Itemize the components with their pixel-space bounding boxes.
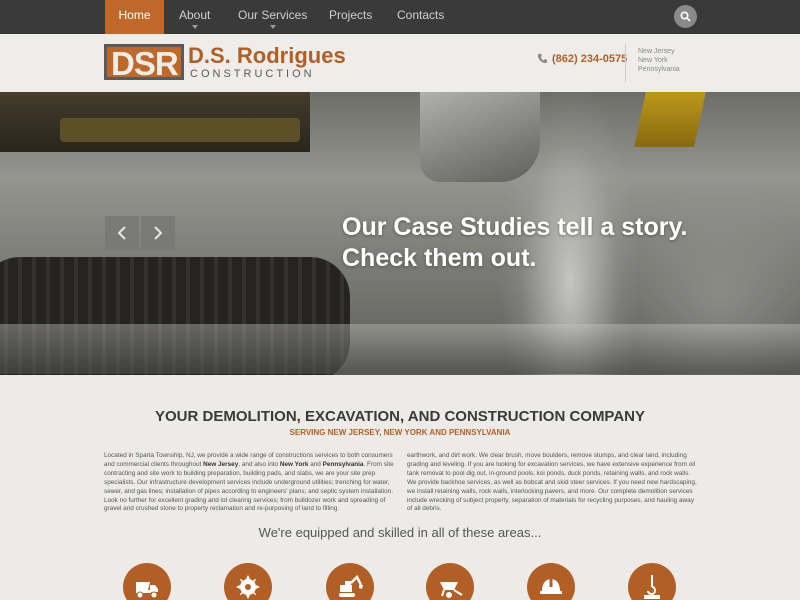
wheelbarrow-icon xyxy=(440,582,463,598)
site-header: DSR D.S. Rodrigues CONSTRUCTION (862) 23… xyxy=(0,34,800,92)
saw-blade-icon xyxy=(236,575,260,599)
hero-caption[interactable]: Our Case Studies tell a story. Check the… xyxy=(342,212,687,274)
nav-item-contacts[interactable]: Contacts xyxy=(397,0,444,34)
hard-hat-icon xyxy=(540,579,562,594)
chevron-left-icon xyxy=(117,226,126,240)
intro-bold-new-jersey: New Jersey xyxy=(203,460,239,468)
intro-text: and xyxy=(308,460,323,468)
service-crane[interactable] xyxy=(628,563,676,600)
phone-icon xyxy=(537,53,548,64)
main-content: YOUR DEMOLITION, EXCAVATION, AND CONSTRU… xyxy=(0,375,800,600)
logo-name: D.S. Rodrigues xyxy=(188,43,346,68)
slider-next-button[interactable] xyxy=(141,216,175,250)
site-logo[interactable]: DSR D.S. Rodrigues CONSTRUCTION xyxy=(104,43,346,82)
logo-mark-text: DSR xyxy=(111,45,179,82)
nav-item-home[interactable]: Home xyxy=(105,0,164,34)
page-heading: YOUR DEMOLITION, EXCAVATION, AND CONSTRU… xyxy=(155,408,645,425)
chevron-down-icon xyxy=(269,25,276,29)
nav-item-about[interactable]: About xyxy=(179,0,210,34)
service-states: New Jersey New York Pennsylvania xyxy=(638,47,680,74)
state-new-jersey: New Jersey xyxy=(638,48,675,55)
nav-item-our-services[interactable]: Our Services xyxy=(238,0,307,34)
intro-column-left: Located in Sparta Township, NJ, we provi… xyxy=(104,452,394,514)
logo-subtitle: CONSTRUCTION xyxy=(190,68,315,80)
search-icon xyxy=(680,11,691,22)
state-pennsylvania: Pennsylvania xyxy=(638,66,680,73)
slider-prev-button[interactable] xyxy=(105,216,139,250)
phone-number[interactable]: (862) 234-0575 xyxy=(537,53,627,65)
intro-text: , and also into xyxy=(238,460,280,468)
chevron-right-icon xyxy=(154,226,163,240)
crane-hook-icon xyxy=(644,575,660,599)
header-divider xyxy=(625,44,626,82)
service-excavator[interactable] xyxy=(326,563,374,600)
service-hard-hat[interactable] xyxy=(527,563,575,600)
hero-slider: Our Case Studies tell a story. Check the… xyxy=(0,92,800,375)
page-subheading: SERVING NEW JERSEY, NEW YORK AND PENNSYL… xyxy=(289,428,511,437)
nav-item-projects[interactable]: Projects xyxy=(329,0,372,34)
hero-caption-line: Our Case Studies tell a story. xyxy=(342,213,688,241)
chevron-down-icon xyxy=(191,25,198,29)
service-wheelbarrow[interactable] xyxy=(426,563,474,600)
nav-item-label: Our Services xyxy=(238,8,308,22)
equipped-heading: We're equipped and skilled in all of the… xyxy=(258,525,542,540)
search-button[interactable] xyxy=(674,5,697,28)
dump-truck-icon xyxy=(136,582,158,599)
hero-caption-line: Check them out. xyxy=(342,244,537,272)
intro-bold-new-york: New York xyxy=(279,460,309,468)
service-saw[interactable] xyxy=(224,563,272,600)
logo-mark: DSR xyxy=(104,44,184,82)
nav-item-label: About xyxy=(179,8,211,22)
excavator-icon xyxy=(339,574,363,597)
intro-text: . From site contracting and site work to… xyxy=(104,460,394,513)
service-dump-truck[interactable] xyxy=(123,563,171,600)
intro-bold-pennsylvania: Pennsylvania xyxy=(322,460,364,468)
intro-column-right: earthwork, and dirt work. We clear brush… xyxy=(407,452,697,513)
phone-text: (862) 234-0575 xyxy=(552,53,628,65)
state-new-york: New York xyxy=(638,57,668,64)
top-navigation: Home About Our Services Projects Contact… xyxy=(0,0,800,34)
